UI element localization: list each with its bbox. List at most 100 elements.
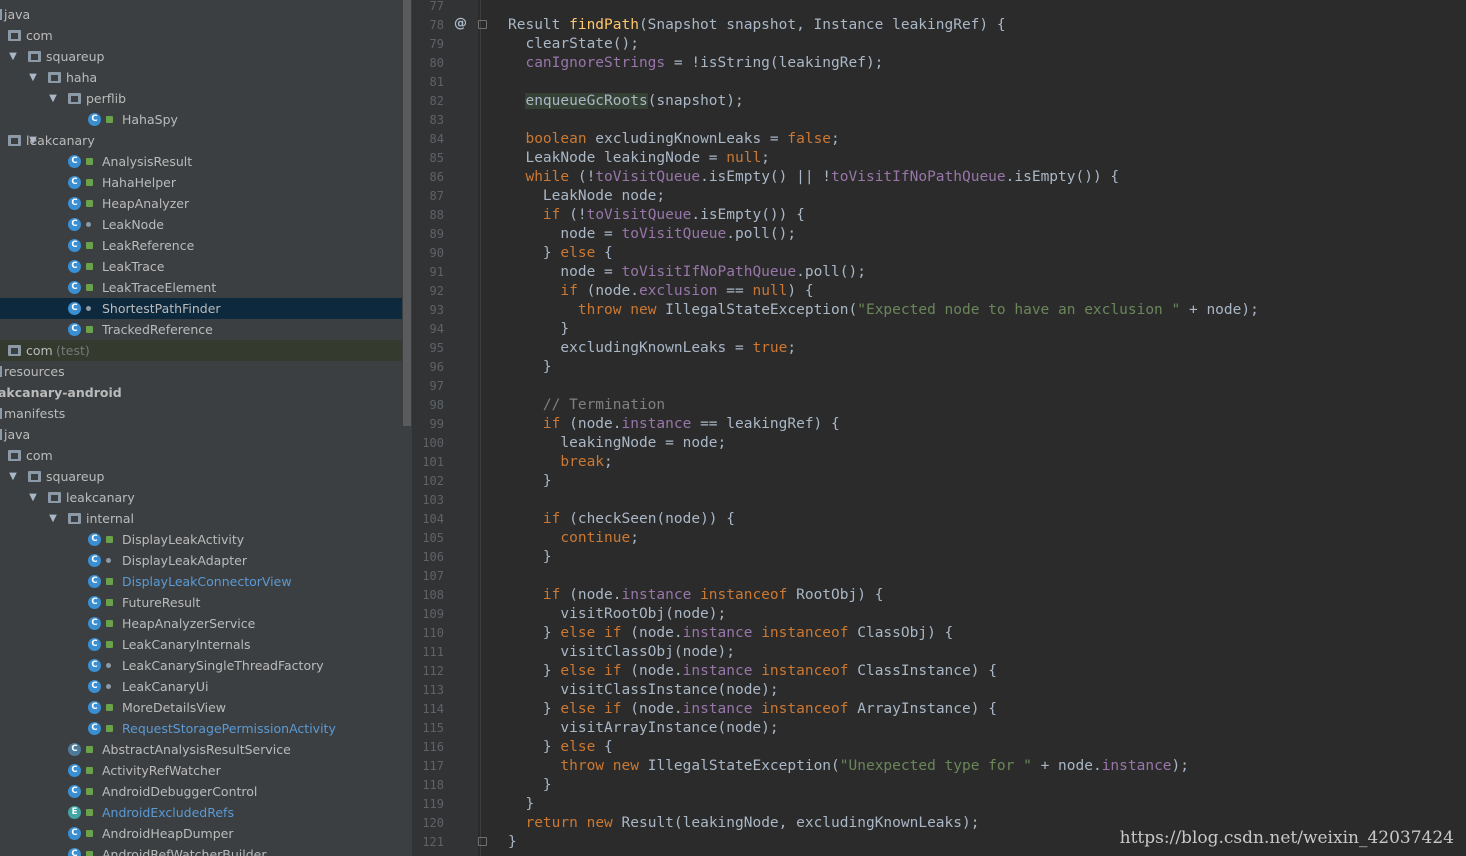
tree-item[interactable]: manifests [0,403,412,424]
tree-item[interactable]: C HeapAnalyzer [0,193,412,214]
tree-item[interactable]: ▼ squareup [0,46,412,67]
tree-item[interactable]: ▼ squareup [0,466,412,487]
code-line[interactable]: LeakNode node; [508,187,665,206]
tree-item[interactable]: C DisplayLeakConnectorView [0,571,412,592]
code-line[interactable]: throw new IllegalStateException("Unexpec… [508,757,1189,776]
tree-item[interactable]: C MoreDetailsView [0,697,412,718]
tree-item[interactable]: C RequestStoragePermissionActivity [0,718,412,739]
code-line[interactable]: excludingKnownLeaks = true; [508,339,796,358]
line-number: 107 [422,569,444,583]
code-line[interactable]: break; [508,453,612,472]
tree-item[interactable]: C HahaSpy [0,109,412,130]
code-line[interactable]: } [508,833,517,852]
expand-arrow-icon[interactable]: ▼ [8,466,18,487]
tree-item[interactable]: C AndroidHeapDumper [0,823,412,844]
expand-arrow-icon[interactable]: ▼ [28,487,38,508]
code-line[interactable]: return new Result(leakingNode, excluding… [508,814,979,833]
tree-item[interactable]: C HahaHelper [0,172,412,193]
expand-arrow-icon[interactable]: ▼ [28,67,38,88]
tree-item[interactable]: C LeakTrace [0,256,412,277]
code-line[interactable]: if (node.exclusion == null) { [508,282,813,301]
code-line[interactable]: node = toVisitQueue.poll(); [508,225,796,244]
code-line[interactable]: visitClassObj(node); [508,643,735,662]
code-line[interactable]: } [508,358,552,377]
tree-item[interactable]: E AndroidExcludedRefs [0,802,412,823]
code-line[interactable]: // Termination [508,396,665,415]
code-line[interactable]: Result findPath(Snapshot snapshot, Insta… [508,16,1006,35]
expand-arrow-icon[interactable]: ▼ [8,46,18,67]
tree-item-label: DisplayLeakAdapter [122,553,247,568]
tree-item[interactable]: C HeapAnalyzerService [0,613,412,634]
code-line[interactable]: if (!toVisitQueue.isEmpty()) { [508,206,805,225]
tree-item[interactable]: C AnalysisResult [0,151,412,172]
tree-item[interactable]: ▼ leakcanary [0,487,412,508]
tree-item[interactable]: C ActivityRefWatcher [0,760,412,781]
code-line[interactable]: visitRootObj(node); [508,605,726,624]
code-line[interactable]: throw new IllegalStateException("Expecte… [508,301,1259,320]
code-line[interactable]: LeakNode leakingNode = null; [508,149,769,168]
code-line[interactable]: continue; [508,529,639,548]
code-editor[interactable]: @ 77 78 Result findPath(Snapshot snapshot,… [414,0,1466,856]
project-tree-scrollbar-thumb[interactable] [403,0,411,426]
code-line[interactable]: visitArrayInstance(node); [508,719,778,738]
line-number: 97 [429,379,444,393]
tree-item[interactable]: ▼ internal [0,508,412,529]
code-line[interactable]: } [508,776,552,795]
code-line[interactable]: } else if (node.instance instanceof Clas… [508,624,953,643]
code-line[interactable]: } [508,472,552,491]
tree-item[interactable]: C FutureResult [0,592,412,613]
tree-item[interactable]: C AbstractAnalysisResultService [0,739,412,760]
tree-item[interactable]: ▼ haha [0,67,412,88]
tree-item[interactable]: C LeakCanarySingleThreadFactory [0,655,412,676]
tree-item[interactable]: C TrackedReference [0,319,412,340]
code-line[interactable]: } else { [508,244,613,263]
fold-end-icon[interactable] [478,837,487,846]
line-number: 112 [422,664,444,678]
expand-arrow-icon[interactable]: ▼ [48,88,58,109]
tree-item[interactable]: C AndroidDebuggerControl [0,781,412,802]
tree-item[interactable]: ▼ perflib [0,88,412,109]
visibility-icon [106,684,111,689]
tree-item[interactable]: C DisplayLeakAdapter [0,550,412,571]
tree-item[interactable]: akcanary-android [0,382,412,403]
code-line[interactable]: if (node.instance instanceof RootObj) { [508,586,884,605]
code-line[interactable]: boolean excludingKnownLeaks = false; [508,130,839,149]
code-line[interactable]: } else { [508,738,613,757]
code-line[interactable]: enqueueGcRoots(snapshot); [508,92,744,111]
project-tree-panel[interactable]: java com ▼ squareup ▼ haha ▼ perflib C HahaSpy ▼ le… [0,0,412,856]
tree-item[interactable]: ▼ leakcanary [0,130,412,151]
code-line[interactable]: } else if (node.instance instanceof Arra… [508,700,997,719]
tree-item[interactable]: C ShortestPathFinder [0,298,412,319]
code-line[interactable]: node = toVisitIfNoPathQueue.poll(); [508,263,866,282]
code-line[interactable]: } else if (node.instance instanceof Clas… [508,662,997,681]
tree-item[interactable]: com (test) [0,340,412,361]
code-line[interactable]: if (node.instance == leakingRef) { [508,415,840,434]
tree-item[interactable]: C LeakTraceElement [0,277,412,298]
tree-item[interactable]: com [0,445,412,466]
tree-item[interactable]: com [0,25,412,46]
code-line[interactable]: visitClassInstance(node); [508,681,778,700]
tree-item[interactable]: C LeakCanaryInternals [0,634,412,655]
tree-item[interactable]: C LeakReference [0,235,412,256]
tree-item[interactable]: java [0,424,412,445]
code-line[interactable]: if (checkSeen(node)) { [508,510,735,529]
code-line[interactable]: leakingNode = node; [508,434,726,453]
line-number: 96 [429,360,444,374]
line-number: 116 [422,740,444,754]
fold-toggle-icon[interactable] [478,20,487,29]
source-root-icon [0,366,2,377]
override-marker-icon[interactable]: @ [454,16,467,31]
tree-item[interactable]: resources [0,361,412,382]
tree-item[interactable]: java [0,4,412,25]
tree-item[interactable]: C LeakNode [0,214,412,235]
expand-arrow-icon[interactable]: ▼ [48,508,58,529]
tree-item[interactable]: C DisplayLeakActivity [0,529,412,550]
code-line[interactable]: } [508,320,569,339]
code-line[interactable]: canIgnoreStrings = !isString(leakingRef)… [508,54,883,73]
code-line[interactable]: } [508,795,534,814]
code-line[interactable]: while (!toVisitQueue.isEmpty() || !toVis… [508,168,1119,187]
tree-item[interactable]: C LeakCanaryUi [0,676,412,697]
code-line[interactable]: clearState(); [508,35,639,54]
code-line[interactable]: } [508,548,552,567]
tree-item[interactable]: C AndroidRefWatcherBuilder [0,844,412,856]
